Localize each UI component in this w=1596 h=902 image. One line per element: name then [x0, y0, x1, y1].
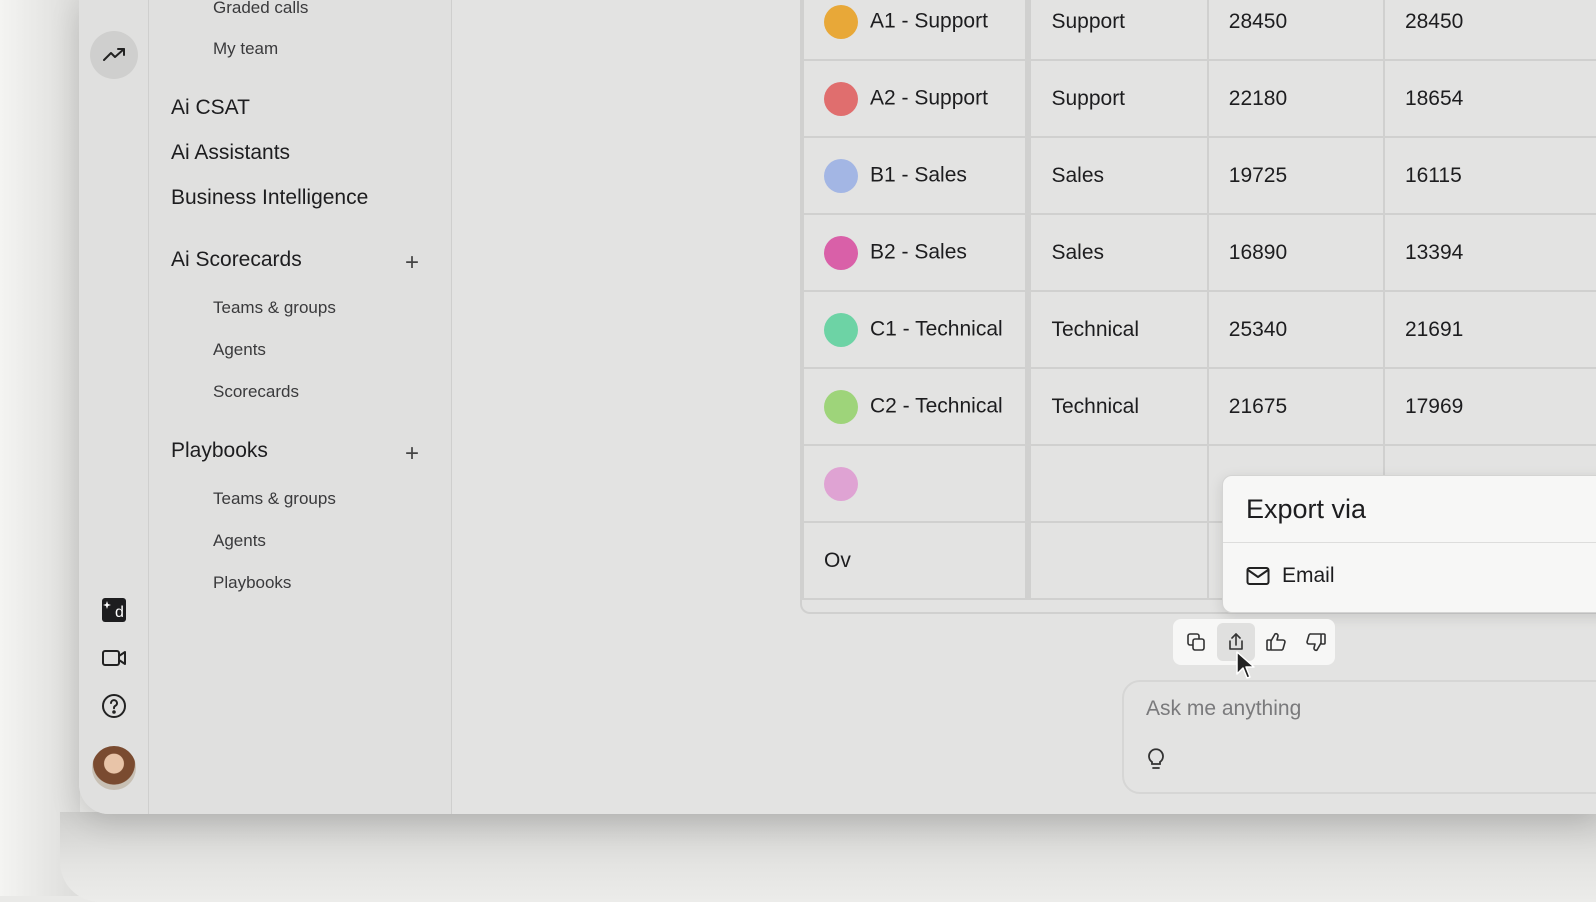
cell-agent-name: B1 - Sales — [802, 136, 1032, 215]
sidebar-item-scorecards[interactable]: Scorecards — [213, 382, 299, 402]
agent-name: A1 - Support — [870, 9, 988, 33]
sidebar-item-playbooks-agents[interactable]: Agents — [213, 531, 266, 551]
cell-value-b: 17969 — [1382, 367, 1596, 446]
popup-divider — [1223, 542, 1596, 543]
thumbs-down-button[interactable] — [1297, 623, 1335, 661]
cell-value-b: 13394 — [1382, 213, 1596, 292]
cell-team: Technical — [1027, 367, 1209, 446]
color-dot — [824, 235, 858, 270]
cell-team: Support — [1027, 0, 1209, 61]
sidebar-item-my-team[interactable]: My team — [213, 39, 278, 59]
sidebar-item-playbooks-teams[interactable]: Teams & groups — [213, 489, 336, 509]
cell-team — [1027, 521, 1209, 600]
chat-input-box — [1122, 680, 1596, 794]
cell-value-b: 28450 — [1382, 0, 1596, 61]
color-dot — [824, 81, 858, 116]
cell-agent-name: Ov — [802, 521, 1032, 600]
table-row: A1 - Support Support 28450 28450 — [802, 0, 1596, 61]
cell-value-b: 18654 — [1382, 59, 1596, 138]
agent-name: B1 - Sales — [870, 163, 967, 187]
table-row: A2 - Support Support 22180 18654 — [802, 59, 1596, 138]
suggestions-button[interactable] — [1144, 746, 1168, 777]
color-dot — [824, 389, 858, 424]
sidebar-section-ai-scorecards[interactable]: Ai Scorecards — [171, 248, 302, 272]
sidebar-item-graded-calls[interactable]: Graded calls — [213, 0, 308, 18]
color-dot — [824, 466, 858, 501]
cell-value-a: 19725 — [1206, 136, 1385, 215]
mail-icon — [1246, 567, 1270, 585]
sidebar-section-playbooks[interactable]: Playbooks — [171, 439, 268, 463]
export-email-label: Email — [1282, 564, 1335, 587]
agent-name: C2 - Technical — [870, 394, 1003, 418]
cell-team: Support — [1027, 59, 1209, 138]
cell-team: Sales — [1027, 136, 1209, 215]
sidebar-item-scorecards-teams[interactable]: Teams & groups — [213, 298, 336, 318]
color-dot — [824, 312, 858, 347]
export-popup: Export via Email — [1222, 475, 1596, 613]
cell-value-a: 21675 — [1206, 367, 1385, 446]
agent-name: B2 - Sales — [870, 240, 967, 264]
share-icon — [1229, 633, 1243, 650]
thumbs-up-button[interactable] — [1257, 623, 1295, 661]
chat-input[interactable] — [1144, 696, 1596, 722]
help-button[interactable] — [90, 682, 138, 730]
table-row: C1 - Technical Technical 25340 21691 — [802, 290, 1596, 369]
sidebar-item-business-intelligence[interactable]: Business Intelligence — [171, 186, 368, 210]
color-dot — [824, 158, 858, 193]
sidebar-item-ai-assistants[interactable]: Ai Assistants — [171, 141, 290, 165]
cell-value-a: 22180 — [1206, 59, 1385, 138]
sidebar-item-scorecards-agents[interactable]: Agents — [213, 340, 266, 360]
sidebar: Graded calls My team Ai CSAT Ai Assistan… — [149, 0, 452, 814]
cell-agent-name — [802, 444, 1032, 523]
user-avatar[interactable] — [92, 746, 136, 790]
copy-button[interactable] — [1177, 623, 1215, 661]
video-button[interactable] — [90, 634, 138, 682]
cell-value-a: 16890 — [1206, 213, 1385, 292]
cell-value-b: 21691 — [1382, 290, 1596, 369]
add-playbook-button[interactable]: + — [405, 442, 419, 466]
icon-rail: d — [79, 0, 149, 814]
main-content: A1 - Support Support 28450 28450 A2 - Suppor… — [452, 0, 1596, 814]
app-window: d Graded calls My team Ai CSAT Ai Assist… — [79, 0, 1596, 814]
cell-value-a: 25340 — [1206, 290, 1385, 369]
color-dot — [824, 4, 858, 39]
cell-agent-name: C2 - Technical — [802, 367, 1032, 446]
thumbs-down-icon — [1306, 633, 1326, 652]
mouse-cursor-icon — [1236, 651, 1255, 679]
analytics-nav-button[interactable] — [90, 31, 138, 79]
window-shadow — [60, 812, 1596, 902]
cell-value-a: 28450 — [1206, 0, 1385, 61]
brand-app-button[interactable]: d — [90, 586, 138, 634]
background-edge — [0, 0, 80, 896]
table-row: B1 - Sales Sales 19725 16115 — [802, 136, 1596, 215]
add-scorecard-button[interactable]: + — [405, 251, 419, 275]
video-icon — [102, 650, 126, 666]
sidebar-item-ai-csat[interactable]: Ai CSAT — [171, 96, 250, 120]
cell-agent-name: B2 - Sales — [802, 213, 1032, 292]
sidebar-item-playbooks[interactable]: Playbooks — [213, 573, 291, 593]
lightbulb-icon — [1148, 748, 1164, 769]
export-email-option[interactable]: Email — [1246, 564, 1335, 588]
cell-agent-name: A2 - Support — [802, 59, 1032, 138]
cell-value-b: 16115 — [1382, 136, 1596, 215]
table-row: C2 - Technical Technical 21675 17969 — [802, 367, 1596, 446]
table-row: B2 - Sales Sales 16890 13394 — [802, 213, 1596, 292]
agent-name: C1 - Technical — [870, 317, 1003, 341]
cell-team — [1027, 444, 1209, 523]
cell-team: Sales — [1027, 213, 1209, 292]
copy-icon — [1187, 633, 1205, 651]
agent-name: A2 - Support — [870, 86, 988, 110]
trending-up-icon — [103, 48, 125, 61]
brand-d-icon: d — [102, 598, 126, 622]
cell-agent-name: A1 - Support — [802, 0, 1032, 61]
popup-title: Export via — [1246, 494, 1367, 524]
cell-team: Technical — [1027, 290, 1209, 369]
help-icon — [102, 694, 126, 718]
thumbs-up-icon — [1266, 632, 1286, 651]
agent-name: Ov — [824, 548, 851, 572]
svg-text:d: d — [115, 604, 124, 621]
cell-agent-name: C1 - Technical — [802, 290, 1032, 369]
